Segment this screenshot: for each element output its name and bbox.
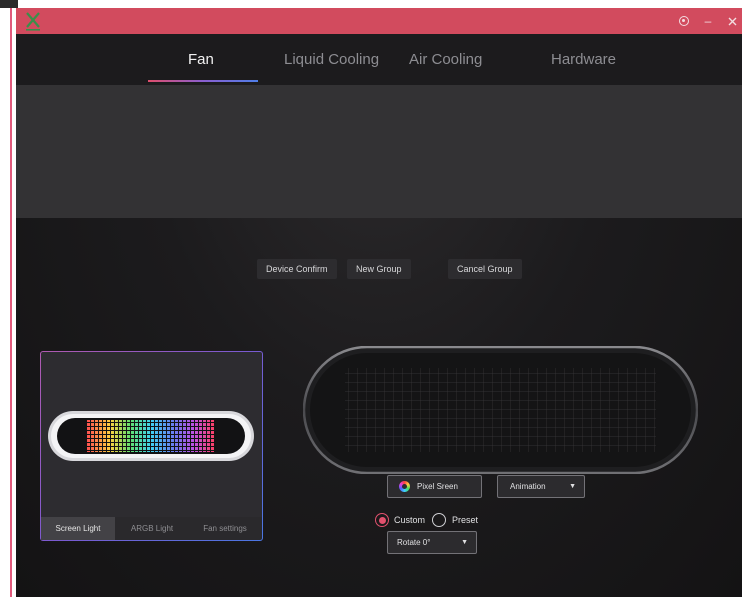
top-strip [0,0,742,8]
new-group-button[interactable]: New Group [347,259,411,279]
pixel-screen-label: Pixel Sreen [417,482,458,491]
main-nav: Fan Liquid Cooling Air Cooling Hardware [16,34,742,86]
animation-select[interactable]: Animation ▼ [497,475,585,498]
device-list-panel [16,85,742,218]
tab-hardware[interactable]: Hardware [551,51,616,68]
cancel-group-button[interactable]: Cancel Group [448,259,522,279]
rotate-select[interactable]: Rotate 0° ▼ [387,531,477,554]
settings-icon[interactable] [674,11,694,31]
minimize-icon[interactable]: – [698,11,718,31]
brand-logo-icon [26,12,40,31]
pixel-screen-button[interactable]: Pixel Sreen [387,475,482,498]
fan-preview-card: Screen Light ARGB Light Fan settings [40,351,263,541]
tab-liquid-cooling[interactable]: Liquid Cooling [284,51,379,68]
left-accent-line [10,8,12,597]
fan-screen-thumbnail [48,411,254,461]
tab-air-cooling[interactable]: Air Cooling [409,51,482,68]
caret-down-icon: ▼ [461,539,468,546]
fan-card-tabs: Screen Light ARGB Light Fan settings [41,517,262,540]
tab-fan-settings[interactable]: Fan settings [189,517,261,540]
tab-screen-light[interactable]: Screen Light [41,517,115,540]
tab-fan[interactable]: Fan [188,51,214,68]
color-wheel-icon [399,481,410,492]
pixel-screen-editor[interactable] [303,346,698,474]
preset-radio-label: Preset [452,515,479,525]
caret-down-icon: ▼ [569,483,576,490]
preset-radio[interactable] [432,513,446,527]
custom-radio-label: Custom [394,515,426,525]
active-tab-indicator [148,80,258,82]
top-strip-corner [0,0,18,8]
title-bar[interactable]: – [16,8,742,34]
window-controls: – [670,8,742,34]
app-window: – Fan Liquid Cooling Air Cooling Hardwar… [16,8,742,597]
close-icon[interactable] [722,11,742,31]
custom-radio[interactable] [375,513,389,527]
tab-argb-light[interactable]: ARGB Light [115,517,189,540]
left-margin [0,8,10,597]
rotate-select-value: Rotate 0° [397,538,431,547]
device-confirm-button[interactable]: Device Confirm [257,259,337,279]
animation-select-value: Animation [510,482,546,491]
